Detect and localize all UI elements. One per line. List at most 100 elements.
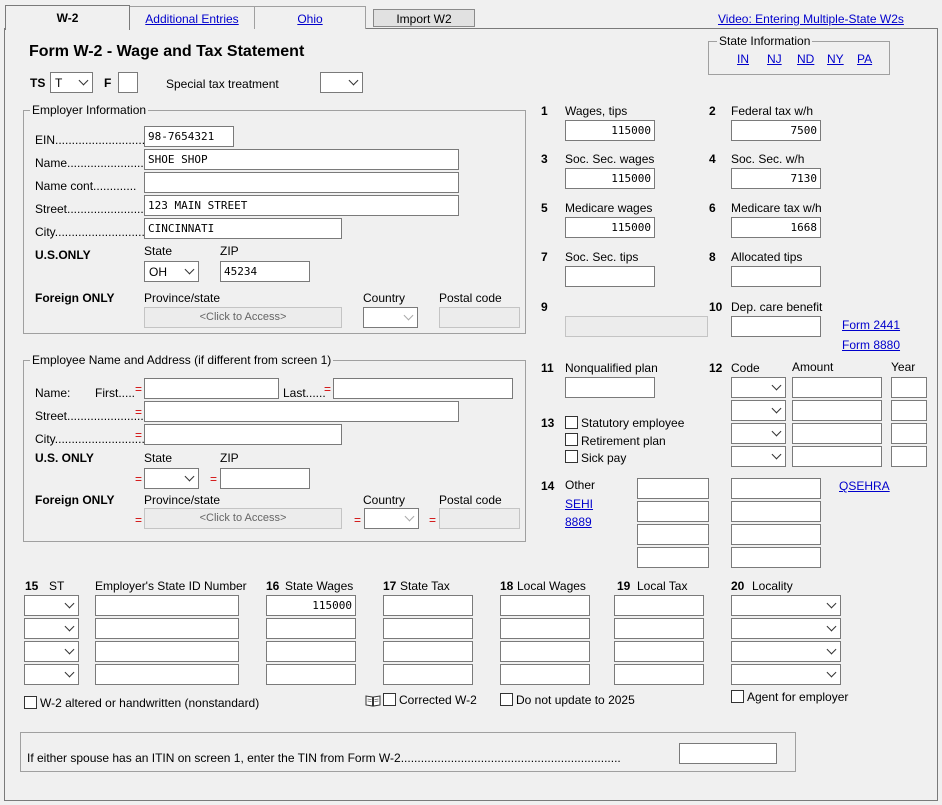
tab-additional-entries-label[interactable]: Additional Entries bbox=[145, 12, 238, 26]
altered-checkbox[interactable] bbox=[24, 696, 37, 709]
employer-country-select[interactable] bbox=[363, 307, 418, 328]
form-8880-link[interactable]: Form 8880 bbox=[842, 338, 900, 352]
tab-ohio[interactable]: Ohio bbox=[254, 6, 366, 29]
state-select-3[interactable] bbox=[24, 641, 79, 662]
employee-last-input[interactable] bbox=[333, 378, 513, 399]
video-link[interactable]: Video: Entering Multiple-State W2s bbox=[718, 12, 904, 26]
box12-code-select-4[interactable] bbox=[731, 446, 786, 467]
ts-select[interactable]: T bbox=[50, 72, 93, 93]
ein-input[interactable]: 98-7654321 bbox=[144, 126, 234, 147]
state-select-1[interactable] bbox=[24, 595, 79, 616]
state-link-in[interactable]: IN bbox=[737, 52, 749, 66]
box14-amount-input-3[interactable] bbox=[731, 524, 821, 545]
state-wages-input-2[interactable] bbox=[266, 618, 356, 639]
tab-additional-entries[interactable]: Additional Entries bbox=[129, 6, 255, 29]
employer-postal-input[interactable] bbox=[439, 307, 520, 328]
local-tax-input-4[interactable] bbox=[614, 664, 704, 685]
box14-amount-input-1[interactable] bbox=[731, 478, 821, 499]
locality-select-1[interactable] bbox=[731, 595, 841, 616]
sehi-link[interactable]: SEHI bbox=[565, 497, 593, 511]
state-id-input-4[interactable] bbox=[95, 664, 239, 685]
employer-province-button[interactable]: <Click to Access> bbox=[144, 307, 342, 328]
locality-select-2[interactable] bbox=[731, 618, 841, 639]
agent-checkbox[interactable] bbox=[731, 690, 744, 703]
state-tax-input-1[interactable] bbox=[383, 595, 473, 616]
book-icon[interactable] bbox=[365, 694, 381, 707]
state-id-input-3[interactable] bbox=[95, 641, 239, 662]
tab-ohio-label[interactable]: Ohio bbox=[297, 12, 322, 26]
box12-year-input-2[interactable] bbox=[891, 400, 927, 421]
no-update-checkbox[interactable] bbox=[500, 693, 513, 706]
employer-street-input[interactable]: 123 MAIN STREET bbox=[144, 195, 459, 216]
employee-postal-input[interactable] bbox=[439, 508, 520, 529]
box12-amount-input-4[interactable] bbox=[792, 446, 882, 467]
ss-wh-input[interactable]: 7130 bbox=[731, 168, 821, 189]
box14-desc-input-1[interactable] bbox=[637, 478, 709, 499]
box12-code-select-3[interactable] bbox=[731, 423, 786, 444]
box12-amount-input-3[interactable] bbox=[792, 423, 882, 444]
statutory-checkbox[interactable] bbox=[565, 416, 578, 429]
box12-year-input-4[interactable] bbox=[891, 446, 927, 467]
ss-wages-input[interactable]: 115000 bbox=[565, 168, 655, 189]
state-tax-input-3[interactable] bbox=[383, 641, 473, 662]
local-wages-input-2[interactable] bbox=[500, 618, 590, 639]
locality-select-4[interactable] bbox=[731, 664, 841, 685]
sick-pay-checkbox[interactable] bbox=[565, 450, 578, 463]
wages-input[interactable]: 115000 bbox=[565, 120, 655, 141]
employer-city-input[interactable]: CINCINNATI bbox=[144, 218, 342, 239]
local-wages-input-3[interactable] bbox=[500, 641, 590, 662]
f-input[interactable] bbox=[118, 72, 138, 93]
allocated-tips-input[interactable] bbox=[731, 266, 821, 287]
box14-desc-input-2[interactable] bbox=[637, 501, 709, 522]
box14-desc-input-3[interactable] bbox=[637, 524, 709, 545]
special-tax-select[interactable] bbox=[320, 72, 363, 93]
local-tax-input-3[interactable] bbox=[614, 641, 704, 662]
tab-w2[interactable]: W-2 bbox=[5, 5, 130, 30]
employer-state-select[interactable]: OH bbox=[144, 261, 199, 282]
state-id-input-2[interactable] bbox=[95, 618, 239, 639]
locality-select-3[interactable] bbox=[731, 641, 841, 662]
state-link-nd[interactable]: ND bbox=[797, 52, 814, 66]
local-wages-input-4[interactable] bbox=[500, 664, 590, 685]
employee-zip-input[interactable] bbox=[220, 468, 310, 489]
employee-street-input[interactable] bbox=[144, 401, 459, 422]
medicare-tax-input[interactable]: 1668 bbox=[731, 217, 821, 238]
box14-amount-input-4[interactable] bbox=[731, 547, 821, 568]
state-link-nj[interactable]: NJ bbox=[767, 52, 782, 66]
name-cont-input[interactable] bbox=[144, 172, 459, 193]
local-tax-input-1[interactable] bbox=[614, 595, 704, 616]
box12-year-input-3[interactable] bbox=[891, 423, 927, 444]
state-wages-input-4[interactable] bbox=[266, 664, 356, 685]
itin-input[interactable] bbox=[679, 743, 777, 764]
employee-state-select[interactable] bbox=[144, 468, 199, 489]
state-tax-input-4[interactable] bbox=[383, 664, 473, 685]
employee-first-input[interactable] bbox=[144, 378, 279, 399]
retirement-checkbox[interactable] bbox=[565, 433, 578, 446]
form-2441-link[interactable]: Form 2441 bbox=[842, 318, 900, 332]
local-wages-input-1[interactable] bbox=[500, 595, 590, 616]
nonqualified-input[interactable] bbox=[565, 377, 655, 398]
state-wages-input-3[interactable] bbox=[266, 641, 356, 662]
corrected-checkbox[interactable] bbox=[383, 693, 396, 706]
employee-country-select[interactable] bbox=[364, 508, 419, 529]
ss-tips-input[interactable] bbox=[565, 266, 655, 287]
box12-code-select-1[interactable] bbox=[731, 377, 786, 398]
state-select-2[interactable] bbox=[24, 618, 79, 639]
qsehra-link[interactable]: QSEHRA bbox=[839, 479, 890, 493]
medicare-wages-input[interactable]: 115000 bbox=[565, 217, 655, 238]
state-wages-input-1[interactable]: 115000 bbox=[266, 595, 356, 616]
state-tax-input-2[interactable] bbox=[383, 618, 473, 639]
8889-link[interactable]: 8889 bbox=[565, 515, 592, 529]
local-tax-input-2[interactable] bbox=[614, 618, 704, 639]
box12-amount-input-2[interactable] bbox=[792, 400, 882, 421]
dep-care-input[interactable] bbox=[731, 316, 821, 337]
box12-code-select-2[interactable] bbox=[731, 400, 786, 421]
state-select-4[interactable] bbox=[24, 664, 79, 685]
box12-amount-input-1[interactable] bbox=[792, 377, 882, 398]
employer-name-input[interactable]: SHOE SHOP bbox=[144, 149, 459, 170]
federal-tax-input[interactable]: 7500 bbox=[731, 120, 821, 141]
employee-city-input[interactable] bbox=[144, 424, 342, 445]
import-w2-button[interactable]: Import W2 bbox=[373, 9, 475, 27]
state-link-ny[interactable]: NY bbox=[827, 52, 844, 66]
box12-year-input-1[interactable] bbox=[891, 377, 927, 398]
